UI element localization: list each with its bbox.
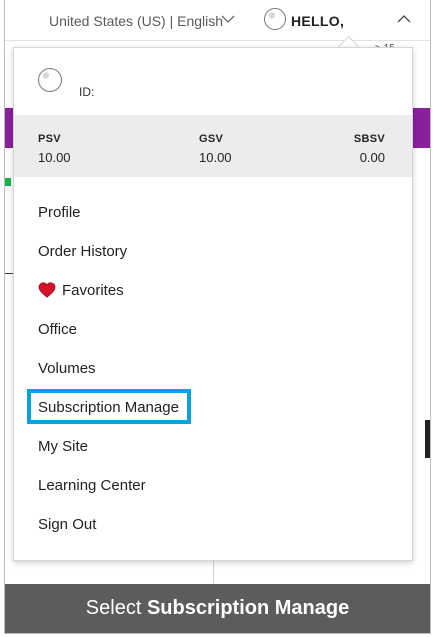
menu-item-label: Volumes <box>38 360 96 377</box>
stat-gsv-label: GSV <box>199 133 224 145</box>
stat-sbsv-value: 0.00 <box>359 150 385 165</box>
stat-gsv-value: 10.00 <box>199 150 232 165</box>
stat-psv-label: PSV <box>38 133 61 145</box>
menu-item-label: Office <box>38 321 77 338</box>
account-dropdown: ID: PSV 10.00 GSV 10.00 SBSV 0.00 Profil… <box>13 47 413 561</box>
volume-stats: PSV 10.00 GSV 10.00 SBSV 0.00 <box>14 115 412 177</box>
menu-item-label: Sign Out <box>38 516 97 533</box>
menu-item-label: Learning Center <box>38 477 146 494</box>
background-block <box>425 420 430 458</box>
menu-item-my-site[interactable]: My Site <box>14 427 412 466</box>
menu-item-volumes[interactable]: Volumes <box>14 349 412 388</box>
caption-prefix: Select <box>85 597 147 619</box>
menu-item-order-history[interactable]: Order History <box>14 232 412 271</box>
account-menu: Profile Order History Favorites Office V… <box>14 193 412 544</box>
menu-item-sign-out[interactable]: Sign Out <box>14 505 412 544</box>
chevron-up-icon[interactable] <box>396 12 412 26</box>
stat-psv-value: 10.00 <box>38 150 71 165</box>
menu-item-office[interactable]: Office <box>14 310 412 349</box>
menu-item-learning-center[interactable]: Learning Center <box>14 466 412 505</box>
menu-item-label: Favorites <box>62 282 124 299</box>
locale-selector[interactable]: United States (US) | English <box>49 13 223 29</box>
menu-item-label: My Site <box>38 438 89 455</box>
menu-item-label: Profile <box>38 204 81 221</box>
background-accent <box>5 178 11 186</box>
user-greeting[interactable]: HELLO, <box>291 13 344 29</box>
page-frame: > 15 United States (US) | English HELLO,… <box>4 0 431 634</box>
heart-icon <box>38 282 56 298</box>
caption-emphasis: Subscription Manage <box>146 597 350 619</box>
highlight-box <box>27 389 191 424</box>
menu-item-favorites[interactable]: Favorites <box>14 271 412 310</box>
chevron-down-icon[interactable] <box>221 12 235 26</box>
account-id-label: ID: <box>79 85 95 99</box>
avatar-icon <box>38 68 62 92</box>
menu-item-profile[interactable]: Profile <box>14 193 412 232</box>
instruction-caption: Select Subscription Manage <box>5 584 430 633</box>
menu-item-label: Order History <box>38 243 128 260</box>
top-bar: United States (US) | English HELLO, <box>5 0 430 41</box>
avatar-icon[interactable] <box>264 8 286 30</box>
stat-sbsv-label: SBSV <box>353 133 385 145</box>
